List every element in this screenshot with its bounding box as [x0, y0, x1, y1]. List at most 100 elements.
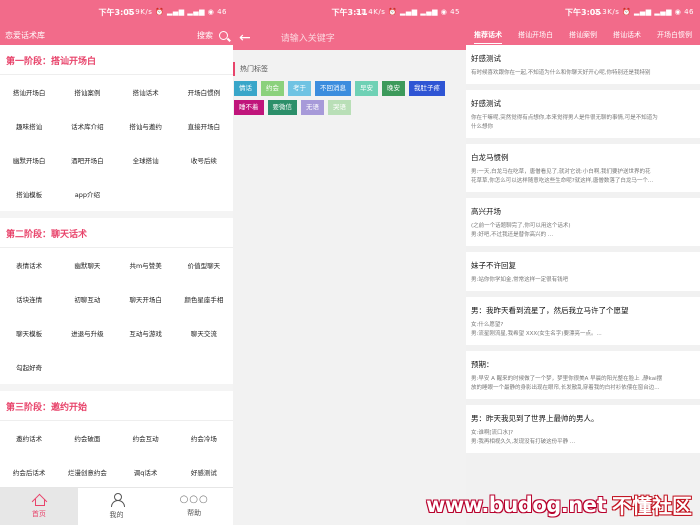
category-item[interactable]: 勾起好奇 — [0, 350, 58, 384]
phone-recommend-screen: 下午3:05 2.3K/s ⏰ ▂▄▆ ▂▄▆ ◉ 46 推荐话术 搭讪开场白 搭讪… — [466, 0, 700, 525]
category-item[interactable]: 直接开场白 — [175, 109, 233, 143]
hot-tag[interactable]: 不回消息 — [315, 81, 351, 96]
category-item[interactable]: 聊天交流 — [175, 316, 233, 350]
category-item[interactable]: 幽默开场白 — [0, 143, 58, 177]
card-body-line: 男:好吧,不过我还是替你高兴的 ... — [471, 232, 554, 238]
script-card[interactable]: 白龙马惯例 男:一天,白龙马在吃草，唐僧看见了,就对它说:小白啊,我们要护送世界的… — [466, 144, 700, 192]
category-item[interactable]: 话术库介绍 — [58, 109, 116, 143]
script-card[interactable]: 妹子不许回复 男:站你你学如金,常常这样一定很有钱吧 — [466, 252, 700, 291]
category-item[interactable]: 搭讪与邀约 — [117, 109, 175, 143]
script-card[interactable]: 好感测试 你在干嘛呢,突然觉得有点想你,本来觉得男人是件很无聊的事情,可是不知道为… — [466, 90, 700, 138]
stage-title: 第二阶段：聊天话术 — [0, 218, 233, 248]
tab-home[interactable]: 首页 — [0, 488, 78, 525]
search-label: 搜索 — [197, 30, 213, 40]
hot-tag[interactable]: 约会 — [261, 81, 284, 96]
category-item[interactable]: 互动与游戏 — [117, 316, 175, 350]
category-item[interactable]: 话块连情 — [0, 282, 58, 316]
more-dots-icon: ○○○ — [179, 494, 209, 505]
tab-help[interactable]: ○○○ 帮助 — [155, 488, 233, 525]
hot-tag[interactable]: 要微信 — [267, 100, 297, 115]
category-item[interactable]: 趣味搭讪 — [0, 109, 58, 143]
hot-tag[interactable]: 睡不着 — [234, 100, 264, 115]
status-bar: 下午3:05 1.9K/s ⏰ ▂▄▆ ▂▄▆ ◉ 46 — [0, 0, 233, 25]
tab-category[interactable]: 搭讪开场白 — [518, 27, 553, 43]
stage-section: 第二阶段：聊天话术 表情话术 幽默聊天 共m与赞美 价值型聊天话块连情 初聊互动 聊天开场… — [0, 218, 233, 384]
category-item[interactable]: 约会互动 — [117, 421, 175, 455]
screenshot-collage: 下午3:05 1.9K/s ⏰ ▂▄▆ ▂▄▆ ◉ 46 恋爱话术库 搜索 第一… — [0, 0, 700, 525]
category-item[interactable]: 约会冷场 — [175, 421, 233, 455]
category-item[interactable]: 价值型聊天 — [175, 248, 233, 282]
category-item[interactable]: 进退与升级 — [58, 316, 116, 350]
card-body-line: 男:早安 A 醒来的时候做了一个梦，梦里你很美A 早晨的阳光整在脸上 ,静kai… — [471, 376, 663, 382]
category-item[interactable]: 搭讪案例 — [58, 75, 116, 109]
category-item[interactable]: 聊天模板 — [0, 316, 58, 350]
bottom-tab-bar: 首页 我的 ○○○ 帮助 — [0, 487, 233, 525]
category-item[interactable]: 收号后续 — [175, 143, 233, 177]
category-item[interactable]: 幽默聊天 — [58, 248, 116, 282]
category-item[interactable]: 搭讪模板 — [0, 177, 58, 211]
category-item[interactable]: 调q话术 — [117, 455, 175, 487]
category-item[interactable]: 酒吧开场白 — [58, 143, 116, 177]
category-item[interactable]: 烂漫创意约会 — [58, 455, 116, 487]
hot-tag[interactable]: 早安 — [355, 81, 378, 96]
tab-mine[interactable]: 我的 — [78, 488, 156, 525]
search-input[interactable]: 请输入关键字 — [281, 31, 335, 44]
phone-search-screen: 下午3:11 31.4K/s ⏰ ▂▄▆ ▂▄▆ ◉ 45 ← 请输入关键字 热… — [233, 0, 466, 525]
script-card[interactable]: 男：我昨天看到流星了，然后我立马许了个愿望 女:什么愿望? 男:流星刚流星,我希望 … — [466, 297, 700, 345]
category-item[interactable]: 约会后话术 — [0, 455, 58, 487]
category-item[interactable]: 聊天开场白 — [117, 282, 175, 316]
back-arrow-icon[interactable]: ← — [239, 31, 251, 45]
hot-tag[interactable]: 无语 — [301, 100, 324, 115]
tab-category[interactable]: 开场白惯例 — [657, 27, 692, 43]
category-item[interactable]: 约会破面 — [58, 421, 116, 455]
status-indicators: 2.3K/s ⏰ ▂▄▆ ▂▄▆ ◉ 46 — [594, 8, 694, 16]
category-item[interactable]: 初聊互动 — [58, 282, 116, 316]
tab-category[interactable]: 搭讪话术 — [613, 27, 641, 43]
script-card[interactable]: 男：昨天我见到了世界上最帅的男人。 女:谁啊[流口水]? 男:我再相视久久,发现没有… — [466, 405, 700, 453]
card-body-line: 有时候喜欢跟你在一起,不知道为什么和你聊天好开心呢,你特别还是我特别 — [471, 70, 651, 76]
tab-label: 帮助 — [187, 509, 202, 517]
script-card[interactable]: 好感测试 有时候喜欢跟你在一起,不知道为什么和你聊天好开心呢,你特别还是我特别 — [466, 45, 700, 84]
script-card[interactable]: 高兴开场 (之前一个话题聊完了,你可以用这个话术) 男:好吧,不过我还是替你高兴的 … — [466, 198, 700, 246]
hot-tag[interactable]: 情话 — [234, 81, 257, 96]
tab-category[interactable]: 搭讪案例 — [569, 27, 597, 43]
search-button[interactable]: 搜索 — [197, 30, 228, 41]
hot-tag[interactable]: 哭语 — [328, 100, 351, 115]
card-body-line: 男:一天,白龙马在吃草，唐僧看见了,就对它说:小白啊,我们要护送世界的花 — [471, 169, 651, 175]
user-icon — [110, 493, 125, 507]
category-item[interactable]: 邀约话术 — [0, 421, 58, 455]
card-body-line: 男:流星刚流星,我希望 XXX(女生名字)要漂亮一点。... — [471, 331, 602, 337]
card-body-line: 放的睡眼一个最静的身影出现在眼帘,长发散乱穿着我的白衬衫依偎在窗台边... — [471, 385, 660, 391]
category-item[interactable]: 搭讪开场白 — [0, 75, 58, 109]
card-body-line: 女:谁啊[流口水]? — [471, 430, 514, 436]
category-item[interactable]: 开场白惯例 — [175, 75, 233, 109]
script-card-list[interactable]: 好感测试 有时候喜欢跟你在一起,不知道为什么和你聊天好开心呢,你特别还是我特别好感… — [466, 45, 700, 525]
tab-category[interactable]: 推荐话术 — [474, 27, 502, 44]
category-item[interactable]: 全球搭讪 — [117, 143, 175, 177]
card-body-line: (之前一个话题聊完了,你可以用这个话术) — [471, 223, 571, 229]
stage-section: 第一阶段：搭讪开场白 搭讪开场白 搭讪案例 搭讪话术 开场白惯例 趣味搭讪 话术库介绍 搭讪… — [0, 45, 233, 211]
category-item[interactable]: app介绍 — [58, 177, 116, 211]
card-title: 预期： — [471, 360, 494, 369]
hot-tag[interactable]: 考于 — [288, 81, 311, 96]
hot-tags-title: 热门标签 — [233, 62, 466, 76]
category-list[interactable]: 第一阶段：搭讪开场白 搭讪开场白 搭讪案例 搭讪话术 开场白惯例 趣味搭讪 话术库介绍 搭讪… — [0, 45, 233, 487]
category-item[interactable]: 搭讪话术 — [117, 75, 175, 109]
status-indicators: 1.9K/s ⏰ ▂▄▆ ▂▄▆ ◉ 46 — [127, 8, 227, 16]
status-indicators: 31.4K/s ⏰ ▂▄▆ ▂▄▆ ◉ 45 — [355, 8, 460, 16]
category-item[interactable]: 表情话术 — [0, 248, 58, 282]
card-body-line: 你在干嘛呢,突然觉得有点想你,本来觉得男人是件很无聊的事情,可是不知道为 — [471, 115, 658, 121]
hot-tag[interactable]: 晚安 — [382, 81, 405, 96]
category-grid: 搭讪开场白 搭讪案例 搭讪话术 开场白惯例趣味搭讪 话术库介绍 搭讪与邀约 直接开场白幽默开… — [0, 75, 233, 211]
app-header: 恋爱话术库 搜索 — [0, 25, 233, 45]
card-title: 高兴开场 — [471, 207, 501, 216]
site-watermark: www.budog.net 不懂社区 — [426, 490, 692, 519]
category-item[interactable]: 共m与赞美 — [117, 248, 175, 282]
hot-tag[interactable]: 我肚子疼 — [409, 81, 445, 96]
stage-section: 第三阶段：邀约开始 邀约话术 约会破面 约会互动 约会冷场 约会后话术 烂漫创意约会 调q话… — [0, 391, 233, 487]
category-tabs: 推荐话术 搭讪开场白 搭讪案例 搭讪话术 开场白惯例 — [466, 25, 700, 45]
script-card[interactable]: 预期： 男:早安 A 醒来的时候做了一个梦，梦里你很美A 早晨的阳光整在脸上 ,静… — [466, 351, 700, 399]
category-item[interactable]: 好感测试 — [175, 455, 233, 487]
card-body-line: 花草草,你怎么可以这样随意吃这些生命呢?就这样,唐僧数落了白龙马一个... — [471, 178, 654, 184]
category-item[interactable]: 颜色星座手相 — [175, 282, 233, 316]
